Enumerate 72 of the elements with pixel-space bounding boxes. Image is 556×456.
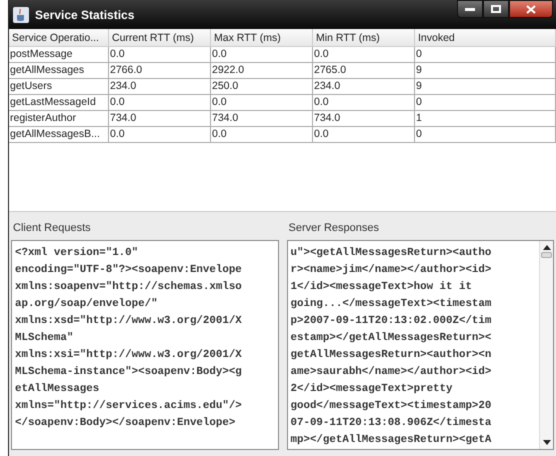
minimize-icon: [465, 8, 475, 10]
table-cell: getAllMessagesB...: [9, 127, 109, 142]
cup-icon: [13, 6, 29, 23]
table-cell: 0: [415, 47, 556, 62]
table-cell: 0.0: [313, 127, 415, 142]
table-cell: 250.0: [211, 79, 313, 94]
code-line: xmlns="http://services.acims.edu"/>: [15, 399, 243, 414]
table-cell: 0.0: [313, 47, 415, 62]
column-header[interactable]: Service Operatio...: [9, 29, 109, 46]
maximize-icon: [491, 5, 501, 13]
table-cell: registerAuthor: [9, 111, 109, 126]
maximize-button[interactable]: [483, 0, 509, 18]
table-cell: 234.0: [313, 79, 415, 94]
table-cell: getUsers: [9, 79, 109, 94]
panel-label: Client Requests: [12, 221, 92, 236]
code-line: xmlns:soapenv="http://schemas.xmlso: [15, 280, 243, 295]
table-cell: 2922.0: [211, 63, 313, 78]
window-title: Service Statistics: [35, 6, 134, 24]
table-cell: 0.0: [211, 95, 313, 110]
column-header[interactable]: Min RTT (ms): [313, 29, 415, 46]
code-line: encoding="UTF-8"?><soapenv:Envelope: [15, 263, 243, 278]
table-cell: 0.0: [211, 127, 313, 142]
up-arrow-icon[interactable]: [542, 245, 550, 250]
code-line: etAllMessages: [15, 382, 100, 397]
table-cell: 0.0: [313, 95, 415, 110]
table-cell: 9: [415, 79, 556, 94]
code-line: u"><getAllMessagesReturn><autho: [290, 246, 492, 261]
table-cell: 2765.0: [313, 63, 415, 78]
code-line: r><name>jim</name></author><id>: [290, 263, 492, 278]
column-header[interactable]: Max RTT (ms): [211, 29, 313, 46]
down-arrow-icon[interactable]: [542, 440, 550, 445]
table-cell: 0.0: [109, 47, 211, 62]
code-line: going...</messageText><timestam: [290, 297, 492, 312]
table-cell: 0.0: [109, 127, 211, 142]
table-cell: 2766.0: [109, 63, 211, 78]
table-cell: 234.0: [109, 79, 211, 94]
code-line: 1</id><messageText>how it it: [290, 280, 473, 295]
table-cell: 1: [415, 111, 556, 126]
close-icon: [526, 4, 536, 14]
code-line: mp></getAllMessagesReturn><getA: [290, 433, 492, 448]
table-cell: getLastMessageId: [9, 95, 109, 110]
minimize-button[interactable]: [457, 0, 483, 18]
table-cell: 0: [415, 127, 556, 142]
scrollbar-thumb[interactable]: [541, 252, 552, 258]
code-line: xmlns:xsd="http://www.w3.org/2001/X: [15, 314, 243, 329]
code-line: MLSchema-instance"><soapenv:Body><g: [15, 365, 243, 380]
code-line: xmlns:xsi="http://www.w3.org/2001/X: [15, 348, 243, 363]
table-cell: postMessage: [9, 47, 109, 62]
table-cell: getAllMessages: [9, 63, 109, 78]
panel-label: Server Responses: [288, 221, 380, 236]
code-line: estamp></getAllMessagesReturn><: [290, 331, 492, 346]
code-line: MLSchema": [15, 331, 74, 346]
column-header[interactable]: Current RTT (ms): [109, 29, 211, 46]
code-line: getAllMessagesReturn><author><n: [290, 348, 492, 363]
code-line: </soapenv:Body></soapenv:Envelope>: [15, 416, 236, 431]
code-line: 07-09-11T20:13:08.906Z</timesta: [290, 416, 492, 431]
table-cell: 734.0: [109, 111, 211, 126]
table-cell: 0: [415, 95, 556, 110]
table-cell: 9: [415, 63, 556, 78]
code-line: ame>saurabh</name></author><id>: [290, 365, 492, 380]
column-header[interactable]: Invoked: [415, 29, 556, 46]
table-cell: 0.0: [109, 95, 211, 110]
table-cell: 734.0: [211, 111, 313, 126]
table-cell: 0.0: [211, 47, 313, 62]
code-line: p>2007-09-11T20:13:02.000Z</tim: [290, 314, 492, 329]
scrollbar[interactable]: [539, 241, 553, 449]
close-button[interactable]: [509, 0, 553, 18]
code-line: ap.org/soap/envelope/": [15, 297, 159, 312]
code-line: 2</id><messageText>pretty: [290, 382, 454, 397]
table-cell: 734.0: [313, 111, 415, 126]
code-line: good</messageText><timestamp>20: [290, 399, 492, 414]
code-line: <?xml version="1.0": [15, 246, 140, 261]
